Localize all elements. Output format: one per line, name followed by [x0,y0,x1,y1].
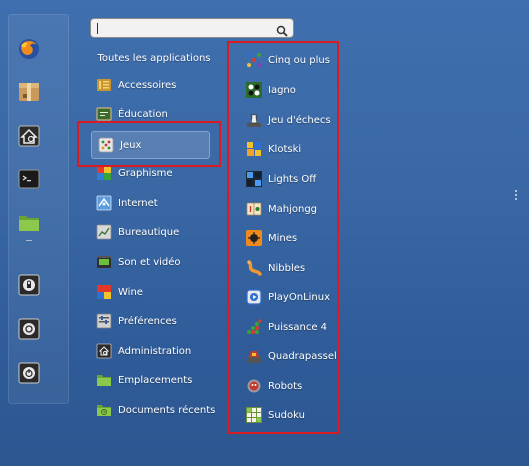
favorites-separator [26,240,32,241]
category-label: Internet [118,197,158,209]
search-icon[interactable] [276,22,288,41]
settings-icon[interactable] [16,123,42,149]
category-label: Éducation [118,108,168,120]
category-all-applications[interactable]: Toutes les applications [90,46,218,70]
category-label: Son et vidéo [118,256,181,268]
preferences-icon [96,313,112,329]
internet-icon [96,195,112,211]
category-recent-documents[interactable]: Documents récents [90,398,218,422]
lock-screen-icon[interactable] [16,272,42,298]
category-places[interactable]: Emplacements [90,368,218,392]
highlight-box-games-category [77,121,221,167]
category-wine[interactable]: Wine [90,280,218,304]
category-label: Documents récents [118,404,216,416]
category-label: Administration [118,345,192,357]
package-icon[interactable] [16,79,42,105]
category-sound-video[interactable]: Son et vidéo [90,250,218,274]
category-administration[interactable]: Administration [90,339,218,363]
search-input[interactable] [95,20,279,38]
firefox-icon[interactable] [16,36,42,62]
category-label: Emplacements [118,374,193,386]
folder-icon[interactable] [16,210,42,236]
favorites-panel [8,14,69,404]
category-label: Préférences [118,315,177,327]
sound-video-icon [96,254,112,270]
places-folder-icon [96,372,112,388]
category-label: Wine [118,286,143,298]
search-box[interactable] [90,18,294,38]
accessories-icon [96,77,112,93]
administration-icon [96,343,112,359]
category-label: Toutes les applications [97,52,211,64]
category-office[interactable]: Bureautique [90,220,218,244]
shutdown-icon[interactable] [16,360,42,386]
logout-icon[interactable] [16,316,42,342]
terminal-icon[interactable] [16,166,42,192]
category-label: Accessoires [118,79,177,91]
graphics-icon [96,165,112,181]
category-accessories[interactable]: Accessoires [90,73,218,97]
resize-grip[interactable] [514,190,518,204]
category-internet[interactable]: Internet [90,191,218,215]
recent-documents-icon [96,402,112,418]
category-label: Bureautique [118,226,180,238]
category-preferences[interactable]: Préférences [90,309,218,333]
education-icon [96,106,112,122]
office-icon [96,224,112,240]
highlight-box-games-list [227,41,339,434]
category-label: Graphisme [118,167,173,179]
wine-icon [96,284,112,300]
